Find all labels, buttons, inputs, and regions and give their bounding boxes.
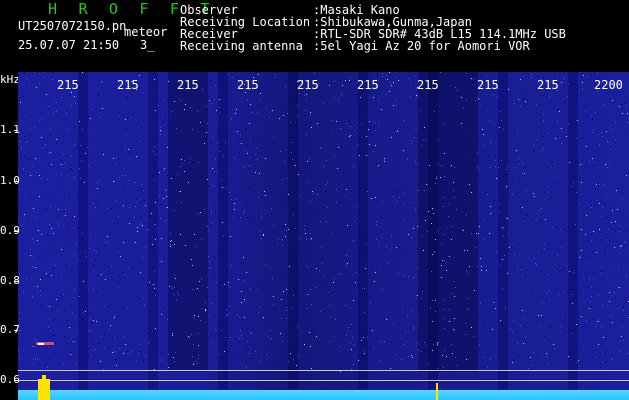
y-tick xyxy=(14,380,18,381)
header: H R O F F T UT2507072150.pn meteor 25.07… xyxy=(0,0,629,72)
x-tick-label: 2200 xyxy=(594,78,623,92)
meteor-echoes xyxy=(36,342,438,400)
antenna-value: :5el Yagi Az 20 for Aomori VOR xyxy=(313,39,530,53)
meteor-count: 3_ xyxy=(140,38,155,52)
x-tick-label: 215 xyxy=(297,78,319,92)
datetime: 25.07.07 21:50 xyxy=(18,38,120,52)
meteor-echo-spike xyxy=(42,375,46,381)
y-tick xyxy=(14,181,18,182)
meta-values: :Masaki Kano :Shibukawa,Gunma,Japan :RTL… xyxy=(313,4,566,52)
x-tick-label: 215 xyxy=(417,78,439,92)
x-tick-label: 215 xyxy=(57,78,79,92)
x-tick-label: 215 xyxy=(357,78,379,92)
spectrogram-plot xyxy=(18,72,629,400)
x-tick-label: 215 xyxy=(477,78,499,92)
meta-labels: Observer Receiving Location Receiver Rec… xyxy=(180,4,310,52)
x-tick-label: 215 xyxy=(537,78,559,92)
file-name: UT2507072150.pn xyxy=(18,19,127,33)
x-tick-label: 215 xyxy=(177,78,199,92)
y-unit-label: kHz xyxy=(0,73,20,86)
x-tick-label: 215 xyxy=(237,78,259,92)
meteor-echo-head xyxy=(38,343,44,345)
y-tick xyxy=(14,281,18,282)
meteor-echo-spike xyxy=(436,383,438,400)
meteor-tag: meteor xyxy=(124,25,168,39)
meteor-echo-spike xyxy=(437,342,438,346)
x-tick-label: 215 xyxy=(117,78,139,92)
y-tick xyxy=(14,330,18,331)
y-tick xyxy=(14,130,18,131)
meteor-echo-spike xyxy=(38,379,50,400)
y-tick xyxy=(14,231,18,232)
antenna-label: Receiving antenna xyxy=(180,39,303,53)
